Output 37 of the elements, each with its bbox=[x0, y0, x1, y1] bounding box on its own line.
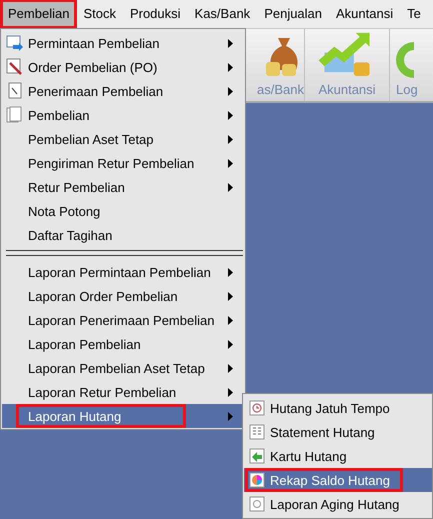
document-icon bbox=[7, 82, 23, 100]
menu-item[interactable]: Laporan Penerimaan Pembelian bbox=[2, 308, 243, 332]
menu-item[interactable]: Penerimaan Pembelian bbox=[2, 79, 243, 103]
menu-bar-item[interactable]: Pembelian bbox=[2, 1, 76, 27]
sheet-icon bbox=[249, 424, 265, 440]
menu-item[interactable]: Statement Hutang bbox=[244, 420, 432, 444]
menu-item[interactable]: Pengiriman Retur Pembelian bbox=[2, 151, 243, 175]
clock-icon bbox=[249, 400, 265, 416]
menu-item[interactable]: Laporan Hutang bbox=[2, 404, 243, 428]
menu-bar-item[interactable]: Penjualan bbox=[258, 1, 328, 27]
menu-item[interactable]: Laporan Pembelian bbox=[2, 332, 243, 356]
menu-item[interactable]: Daftar Tagihan bbox=[2, 223, 243, 247]
menu-item[interactable]: Permintaan Pembelian bbox=[2, 31, 243, 55]
menu-bar-item[interactable]: Te bbox=[401, 1, 427, 27]
menu-bar-item[interactable]: Kas/Bank bbox=[188, 1, 256, 27]
menu-bar-item[interactable]: Stock bbox=[77, 1, 122, 27]
ring-icon bbox=[396, 42, 414, 78]
menu-item[interactable]: Laporan Aging Hutang bbox=[244, 492, 432, 516]
menu-item[interactable]: Nota Potong bbox=[2, 199, 243, 223]
menu-item[interactable]: Kartu Hutang bbox=[244, 444, 432, 468]
report-icon bbox=[249, 496, 265, 512]
pen-document-icon bbox=[6, 58, 24, 76]
pie-chart-icon bbox=[249, 472, 265, 488]
menu-item[interactable]: Laporan Permintaan Pembelian bbox=[2, 260, 243, 284]
menu-item[interactable]: Rekap Saldo Hutang bbox=[244, 468, 432, 492]
menu-bar-item[interactable]: Akuntansi bbox=[330, 1, 400, 27]
pages-icon bbox=[6, 106, 24, 124]
menu-bar-item[interactable]: Produksi bbox=[124, 1, 187, 27]
menu-item[interactable]: Laporan Order Pembelian bbox=[2, 284, 243, 308]
menu-item[interactable]: Order Pembelian (PO) bbox=[2, 55, 243, 79]
menu-item[interactable]: Laporan Retur Pembelian bbox=[2, 380, 243, 404]
menu-item[interactable]: Laporan Pembelian Aset Tetap bbox=[2, 356, 243, 380]
menu-item[interactable]: Pembelian bbox=[2, 103, 243, 127]
menu-item[interactable]: Hutang Jatuh Tempo bbox=[244, 396, 432, 420]
menu-item[interactable]: Pembelian Aset Tetap bbox=[2, 127, 243, 151]
document-arrow-icon bbox=[6, 35, 24, 51]
menu-item[interactable]: Retur Pembelian bbox=[2, 175, 243, 199]
